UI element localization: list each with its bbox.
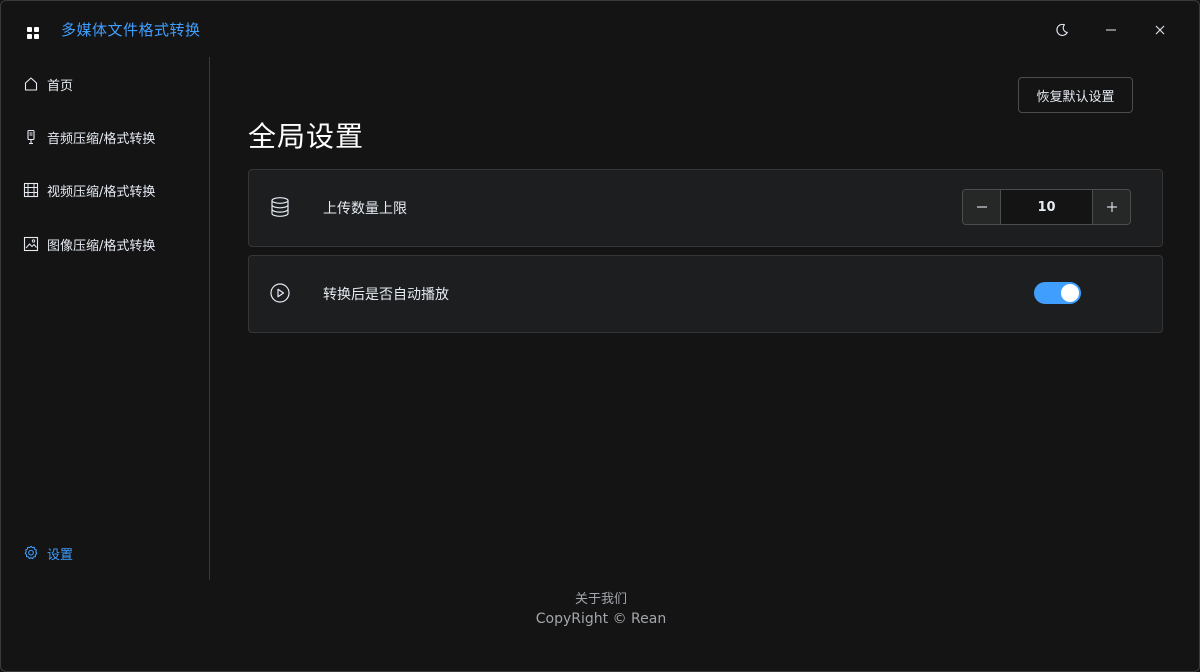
sidebar-item-label: 图像压缩/格式转换 xyxy=(47,238,156,254)
copyright-text: CopyRight © Rean xyxy=(535,611,667,627)
setting-label: 上传数量上限 xyxy=(323,201,407,217)
database-icon xyxy=(269,196,291,218)
sidebar-item-audio[interactable]: 音频压缩/格式转换 xyxy=(23,125,155,149)
microphone-icon xyxy=(23,129,39,145)
upload-limit-stepper: 10 xyxy=(962,189,1131,225)
sidebar-item-label: 首页 xyxy=(47,78,74,94)
sidebar-item-label: 设置 xyxy=(47,547,74,563)
restore-defaults-button[interactable]: 恢复默认设置 xyxy=(1018,77,1133,113)
setting-card-autoplay: 转换后是否自动播放 xyxy=(248,255,1163,333)
about-link[interactable]: 关于我们 xyxy=(1,588,1199,607)
app-title: 多媒体文件格式转换 xyxy=(61,21,201,39)
close-icon xyxy=(1154,24,1166,36)
sidebar-item-label: 视频压缩/格式转换 xyxy=(47,184,156,200)
home-icon xyxy=(23,76,39,92)
toggle-knob xyxy=(1061,284,1079,302)
sidebar-item-settings[interactable]: 设置 xyxy=(23,541,73,565)
autoplay-toggle[interactable] xyxy=(1034,282,1081,304)
minimize-button[interactable] xyxy=(1096,15,1126,45)
close-button[interactable] xyxy=(1145,15,1175,45)
theme-toggle-button[interactable] xyxy=(1047,15,1077,45)
moon-icon xyxy=(1055,23,1069,37)
minimize-icon xyxy=(1105,24,1117,36)
sidebar-item-video[interactable]: 视频压缩/格式转换 xyxy=(23,178,155,202)
gear-icon xyxy=(23,545,39,561)
image-icon xyxy=(23,236,39,252)
sidebar-item-label: 音频压缩/格式转换 xyxy=(47,131,156,147)
page-title: 全局设置 xyxy=(248,120,365,153)
play-circle-icon xyxy=(269,282,291,304)
decrease-button[interactable] xyxy=(963,190,1001,224)
setting-card-upload-limit: 上传数量上限 10 xyxy=(248,169,1163,247)
setting-label: 转换后是否自动播放 xyxy=(323,287,449,303)
minus-icon xyxy=(976,198,988,217)
film-icon xyxy=(23,182,39,198)
plus-icon xyxy=(1106,198,1118,217)
app-window: 多媒体文件格式转换 首页 音频压缩/格式转换 视频压缩/格式转换 图像压缩/格式… xyxy=(0,0,1200,672)
increase-button[interactable] xyxy=(1092,190,1130,224)
grid-icon xyxy=(27,24,39,39)
upload-limit-value[interactable]: 10 xyxy=(1001,190,1092,224)
sidebar: 首页 音频压缩/格式转换 视频压缩/格式转换 图像压缩/格式转换 设置 xyxy=(1,57,210,580)
sidebar-item-home[interactable]: 首页 xyxy=(23,72,73,96)
sidebar-item-image[interactable]: 图像压缩/格式转换 xyxy=(23,232,155,256)
title-bar: 多媒体文件格式转换 xyxy=(1,1,1199,57)
